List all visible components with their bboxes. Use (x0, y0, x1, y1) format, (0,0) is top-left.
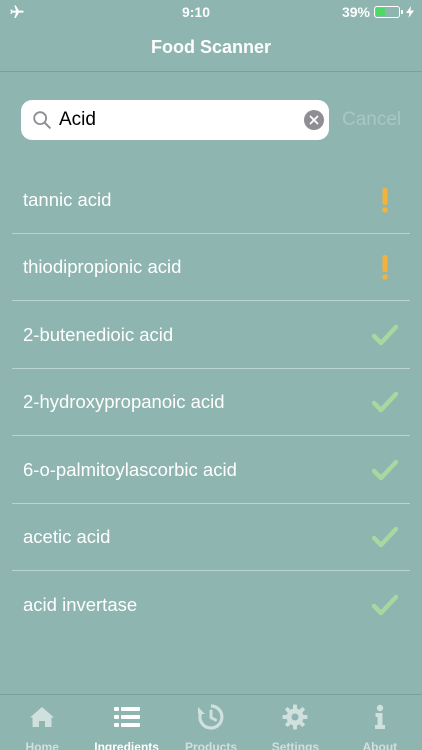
navigation-bar: Food Scanner (0, 24, 422, 72)
battery-percentage: 39% (341, 4, 370, 20)
tab-label: Products (185, 740, 238, 750)
list-item[interactable]: 6-o-palmitoylascorbic acid (0, 436, 422, 504)
list-item[interactable]: acetic acid (0, 504, 422, 572)
checkmark-icon (372, 592, 398, 618)
status-bar: 9:10 39% (0, 0, 422, 24)
checkmark-icon (372, 389, 398, 415)
info-icon (366, 703, 394, 736)
charging-bolt-icon (406, 6, 414, 18)
page-title: Food Scanner (150, 37, 271, 57)
tab-label: About (362, 740, 398, 750)
tab-label: Settings (271, 740, 320, 750)
ingredient-name: 6-o-palmitoylascorbic acid (23, 458, 237, 480)
tab-ingredients[interactable]: Ingredients (84, 695, 168, 750)
battery-icon (374, 6, 403, 18)
battery-level (376, 8, 385, 16)
list-item[interactable]: thiodipropionic acid (0, 234, 422, 302)
battery-indicator: 39% (304, 4, 414, 20)
list-item[interactable]: 2-butenedioic acid (0, 301, 422, 369)
ingredient-name: 2-butenedioic acid (23, 323, 174, 345)
close-icon (309, 115, 319, 125)
warning-icon (372, 254, 398, 280)
cancel-button[interactable]: Cancel (342, 109, 401, 131)
search-field-container[interactable] (21, 100, 329, 140)
tab-label: Ingredients (94, 740, 159, 750)
search-bar: Cancel (0, 100, 422, 140)
ingredient-name: acid invertase (23, 593, 138, 615)
airplane-icon (10, 5, 24, 18)
ingredient-results-list: tannic acid thiodipropionic acid 2-butened… (0, 166, 422, 639)
list-item[interactable]: 2-hydroxypropanoic acid (0, 369, 422, 437)
tab-home[interactable]: Home (0, 695, 84, 750)
checkmark-icon (372, 524, 398, 550)
list-item[interactable]: acid invertase (0, 571, 422, 639)
ingredient-name: 2-hydroxypropanoic acid (23, 391, 225, 413)
ingredient-name: tannic acid (23, 188, 112, 210)
clear-search-icon[interactable] (304, 110, 324, 130)
tab-products[interactable]: Products (169, 695, 253, 750)
airplane-mode-indicator (8, 4, 88, 20)
status-time: 9:10 (181, 4, 211, 20)
history-icon (197, 703, 225, 736)
warning-icon (372, 187, 398, 213)
ingredient-name: thiodipropionic acid (23, 256, 182, 278)
tab-label: Home (25, 740, 59, 750)
ingredient-name: acetic acid (23, 526, 111, 548)
search-icon (33, 111, 51, 129)
list-icon (113, 703, 141, 736)
tab-settings[interactable]: Settings (253, 695, 337, 750)
home-icon (28, 703, 56, 736)
checkmark-icon (372, 457, 398, 483)
list-item[interactable]: tannic acid (0, 166, 422, 234)
search-input[interactable] (53, 109, 304, 131)
gear-icon (281, 703, 309, 736)
tab-about[interactable]: About (338, 695, 422, 750)
tab-bar: Home Ingredients Products Settings About (0, 694, 422, 750)
checkmark-icon (372, 322, 398, 348)
